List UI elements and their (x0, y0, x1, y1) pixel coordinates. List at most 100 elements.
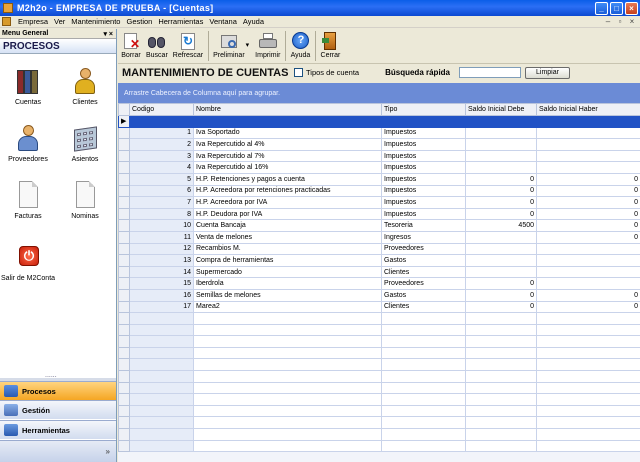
table-row[interactable]: 4 Iva Repercutido al 16% Impuestos (118, 161, 640, 174)
cell-nombre[interactable]: Iva Repercutido al 4% (193, 138, 382, 151)
row-header[interactable] (118, 288, 130, 302)
cell-tipo[interactable]: Proveedores (381, 242, 466, 256)
menu-herramientas[interactable]: Herramientas (155, 17, 206, 26)
minimize-button[interactable]: _ (595, 1, 608, 15)
cell-nombre[interactable]: Semillas de melones (193, 288, 382, 302)
filter-cell-saldo-debe[interactable] (465, 115, 537, 128)
preliminar-dropdown-icon[interactable]: ▾ (246, 41, 250, 49)
cell-tipo[interactable]: Clientes (381, 300, 466, 314)
cell-saldo-debe[interactable]: 0 (465, 196, 537, 209)
row-header[interactable] (118, 172, 130, 186)
cell-tipo[interactable]: Impuestos (381, 196, 466, 209)
table-row[interactable]: 11 Venta de melones Ingresos 0 (118, 230, 640, 244)
process-cuentas[interactable]: Cuentas (0, 66, 56, 106)
menu-ayuda[interactable]: Ayuda (240, 17, 267, 26)
cell-nombre[interactable]: Marea2 (193, 300, 382, 314)
process-facturas[interactable]: Facturas (0, 180, 56, 220)
cell-saldo-debe[interactable] (465, 161, 537, 174)
nav-herramientas[interactable]: Herramientas (0, 420, 116, 439)
row-header[interactable] (118, 126, 130, 140)
cell-saldo-debe[interactable]: 0 (465, 184, 537, 198)
mdi-child-icon[interactable] (2, 17, 11, 26)
cell-saldo-haber[interactable]: 0 (536, 219, 640, 232)
menu-ventana[interactable]: Ventana (206, 17, 240, 26)
column-header-nombre[interactable]: Nombre (193, 103, 382, 116)
cell-saldo-debe[interactable]: 0 (465, 207, 537, 221)
cell-tipo[interactable]: Impuestos (381, 172, 466, 186)
cell-tipo[interactable]: Impuestos (381, 161, 466, 174)
cell-saldo-haber[interactable] (536, 161, 640, 174)
cell-saldo-debe[interactable]: 0 (465, 288, 537, 302)
cell-nombre[interactable]: Compra de herramientas (193, 254, 382, 267)
cell-codigo[interactable]: 11 (129, 230, 194, 244)
cell-codigo[interactable]: 12 (129, 242, 194, 256)
menu-ver[interactable]: Ver (51, 17, 68, 26)
cell-tipo[interactable]: Impuestos (381, 184, 466, 198)
process-salir[interactable]: ⏻ Salir de M2Conta (0, 242, 56, 282)
cell-codigo[interactable]: 16 (129, 288, 194, 302)
maximize-button[interactable]: □ (610, 1, 623, 15)
cell-saldo-debe[interactable]: 0 (465, 300, 537, 314)
cell-saldo-haber[interactable] (536, 242, 640, 256)
table-row[interactable]: 7 H.P. Acreedora por IVA Impuestos 0 0 (118, 196, 640, 209)
cell-tipo[interactable]: Impuestos (381, 149, 466, 163)
cell-saldo-debe[interactable] (465, 230, 537, 244)
process-clientes[interactable]: Clientes (57, 66, 113, 106)
cell-saldo-debe[interactable] (465, 126, 537, 140)
cell-tipo[interactable]: Tesoreria (381, 219, 466, 232)
cell-saldo-haber[interactable]: 0 (536, 288, 640, 302)
cell-saldo-debe[interactable] (465, 265, 537, 279)
column-header-saldo-haber[interactable]: Saldo Inicial Haber (536, 103, 640, 116)
cell-nombre[interactable]: Venta de melones (193, 230, 382, 244)
row-header[interactable] (118, 265, 130, 279)
cell-saldo-haber[interactable] (536, 126, 640, 140)
row-header[interactable] (118, 138, 130, 151)
row-header[interactable] (118, 254, 130, 267)
row-header[interactable] (118, 149, 130, 163)
cell-saldo-debe[interactable]: 4500 (465, 219, 537, 232)
cell-codigo[interactable]: 13 (129, 254, 194, 267)
cell-tipo[interactable]: Gastos (381, 254, 466, 267)
quick-search-input[interactable] (459, 67, 521, 78)
mdi-close-button[interactable]: × (627, 17, 637, 26)
row-header[interactable] (118, 300, 130, 314)
row-header[interactable] (118, 219, 130, 232)
filter-row[interactable]: ▶ (118, 115, 640, 128)
table-row[interactable]: 3 Iva Repercutido al 7% Impuestos (118, 149, 640, 163)
filter-cell-codigo[interactable] (129, 115, 194, 128)
cell-saldo-debe[interactable] (465, 254, 537, 267)
cell-codigo[interactable]: 5 (129, 172, 194, 186)
preliminar-button[interactable]: Preliminar (213, 29, 245, 59)
cell-codigo[interactable]: 3 (129, 149, 194, 163)
filter-cell-nombre[interactable] (193, 115, 382, 128)
column-header-saldo-debe[interactable]: Saldo Inicial Debe (465, 103, 537, 116)
cell-codigo[interactable]: 4 (129, 161, 194, 174)
table-row[interactable]: 13 Compra de herramientas Gastos (118, 254, 640, 267)
column-header-codigo[interactable]: Codigo (129, 103, 194, 116)
cell-tipo[interactable]: Impuestos (381, 138, 466, 151)
cell-nombre[interactable]: Recambios M. (193, 242, 382, 256)
cell-saldo-haber[interactable]: 0 (536, 230, 640, 244)
cell-codigo[interactable]: 10 (129, 219, 194, 232)
filter-cell-saldo-haber[interactable] (536, 115, 640, 128)
cell-tipo[interactable]: Impuestos (381, 126, 466, 140)
process-proveedores[interactable]: Proveedores (0, 123, 56, 163)
table-row[interactable]: 12 Recambios M. Proveedores (118, 242, 640, 256)
tipos-cuenta-checkbox[interactable] (294, 68, 303, 77)
limpiar-button[interactable]: Limpiar (525, 66, 570, 79)
cell-tipo[interactable]: Gastos (381, 288, 466, 302)
nav-procesos[interactable]: Procesos (0, 381, 116, 400)
ayuda-button[interactable]: ? Ayuda (290, 29, 310, 59)
cell-tipo[interactable]: Ingresos (381, 230, 466, 244)
row-header[interactable] (118, 207, 130, 221)
cell-codigo[interactable]: 6 (129, 184, 194, 198)
cell-saldo-debe[interactable]: 0 (465, 277, 537, 290)
cell-saldo-haber[interactable] (536, 265, 640, 279)
cell-saldo-debe[interactable] (465, 242, 537, 256)
cell-codigo[interactable]: 7 (129, 196, 194, 209)
cell-saldo-haber[interactable] (536, 254, 640, 267)
cell-tipo[interactable]: Clientes (381, 265, 466, 279)
cell-saldo-haber[interactable]: 0 (536, 196, 640, 209)
cell-nombre[interactable]: H.P. Acreedora por IVA (193, 196, 382, 209)
cell-nombre[interactable]: H.P. Deudora por IVA (193, 207, 382, 221)
